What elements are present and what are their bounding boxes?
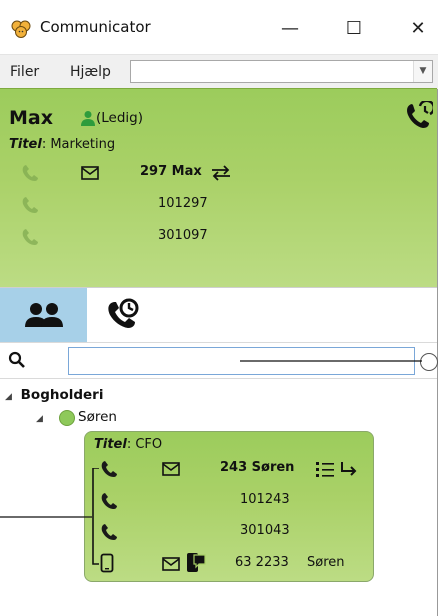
- my-title-row: Titel: Marketing: [9, 137, 115, 152]
- title-label: Titel: [94, 437, 127, 452]
- title-value: : Marketing: [41, 137, 116, 152]
- tab-bar: [0, 287, 437, 343]
- status-dot-icon: [59, 410, 75, 426]
- menu-bar: Filer Hjælp ▼: [0, 54, 438, 89]
- menu-hjaelp[interactable]: Hjælp: [70, 64, 111, 80]
- contact-name: Søren: [78, 409, 117, 425]
- phone-icon[interactable]: [99, 459, 119, 479]
- title-bar: Communicator — ☐ ✕: [0, 0, 438, 54]
- phone-icon[interactable]: [99, 491, 119, 511]
- title-label: Titel: [9, 137, 42, 152]
- person-status-icon: [81, 111, 95, 126]
- mail-icon[interactable]: [161, 556, 181, 572]
- menu-filer[interactable]: Filer: [10, 64, 39, 80]
- title-value: : CFO: [126, 437, 163, 452]
- my-extension: 297 Max: [140, 164, 202, 179]
- minimize-button[interactable]: —: [270, 12, 310, 46]
- mail-icon[interactable]: [80, 165, 100, 181]
- my-status: (Ledig): [96, 110, 144, 126]
- contact-phone-2: 301043: [240, 523, 290, 538]
- mobile-phone-icon[interactable]: [100, 553, 114, 573]
- phone-icon[interactable]: [20, 227, 40, 247]
- clear-search-icon[interactable]: [420, 353, 438, 371]
- contact-mobile: 63 2233: [235, 555, 289, 570]
- window-title: Communicator: [40, 18, 151, 36]
- channel-bracket: [92, 468, 99, 565]
- contact-extension: 243 Søren: [220, 460, 295, 475]
- group-name: Bogholderi: [20, 387, 104, 403]
- mail-icon[interactable]: [161, 461, 181, 477]
- contact-title-row: Titel: CFO: [94, 437, 162, 452]
- contact-card: Titel: CFO 243 Søren 101243 301043 63 22…: [84, 431, 374, 582]
- sms-icon[interactable]: [185, 552, 207, 574]
- connector-line: [0, 516, 92, 518]
- app-people-icon: [11, 20, 31, 38]
- tree-contact[interactable]: ◢ Søren: [36, 409, 117, 425]
- close-button[interactable]: ✕: [398, 12, 438, 46]
- my-phone-2: 301097: [158, 228, 208, 243]
- maximize-button[interactable]: ☐: [334, 12, 374, 46]
- phone-icon[interactable]: [20, 195, 40, 215]
- contact-mobile-name: Søren: [307, 555, 345, 570]
- transfer-arrows-icon[interactable]: [210, 165, 232, 181]
- forward-arrow-icon[interactable]: [339, 460, 359, 478]
- divider-line: [240, 360, 422, 362]
- call-history-icon: [108, 298, 139, 328]
- tree-group[interactable]: ◢ Bogholderi: [5, 387, 103, 403]
- my-phone-1: 101297: [158, 196, 208, 211]
- call-history-icon[interactable]: [403, 101, 433, 131]
- my-name: Max: [9, 107, 53, 129]
- collapse-triangle-icon[interactable]: ◢: [36, 414, 43, 424]
- phone-icon[interactable]: [99, 522, 119, 542]
- list-icon[interactable]: [315, 460, 335, 478]
- tab-call-history[interactable]: [87, 288, 162, 343]
- tab-contacts[interactable]: [0, 288, 87, 343]
- phone-icon[interactable]: [20, 163, 40, 183]
- people-icon: [25, 303, 63, 327]
- menu-combo-box[interactable]: ▼: [130, 60, 433, 83]
- collapse-triangle-icon[interactable]: ◢: [5, 392, 12, 402]
- my-profile-panel: Max (Ledig) Titel: Marketing 297 Max 101…: [0, 88, 437, 287]
- communicator-window: Communicator — ☐ ✕ Filer Hjælp ▼ Max (Le…: [0, 0, 438, 616]
- search-icon: [8, 351, 25, 368]
- contact-phone-1: 101243: [240, 492, 290, 507]
- chevron-down-icon[interactable]: ▼: [413, 61, 432, 82]
